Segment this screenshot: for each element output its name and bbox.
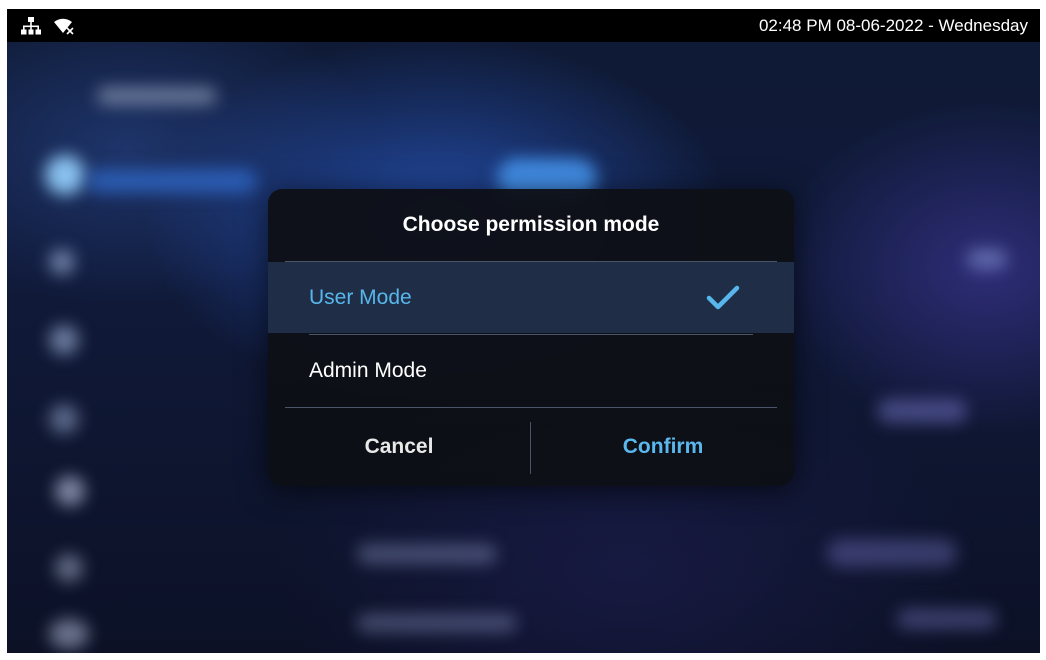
- checkmark-icon: [706, 285, 740, 311]
- option-admin-mode[interactable]: Admin Mode: [268, 335, 794, 406]
- network-icon: [21, 17, 41, 40]
- wifi-disconnected-icon: [53, 17, 75, 40]
- button-separator: [530, 422, 531, 474]
- dialog-title: Choose permission mode: [402, 213, 660, 236]
- option-label: User Mode: [309, 285, 412, 309]
- cancel-button[interactable]: Cancel: [268, 408, 530, 486]
- device-screen: 02:48 PM 08-06-2022 - Wednesday Choose p…: [7, 9, 1040, 653]
- option-label: Admin Mode: [309, 358, 427, 382]
- confirm-button[interactable]: Confirm: [532, 408, 794, 486]
- permission-mode-dialog: Choose permission mode User Mode Admin M…: [268, 189, 794, 486]
- option-user-mode[interactable]: User Mode: [268, 262, 794, 333]
- status-datetime: 02:48 PM 08-06-2022 - Wednesday: [758, 16, 1028, 35]
- status-bar: 02:48 PM 08-06-2022 - Wednesday: [7, 9, 1040, 42]
